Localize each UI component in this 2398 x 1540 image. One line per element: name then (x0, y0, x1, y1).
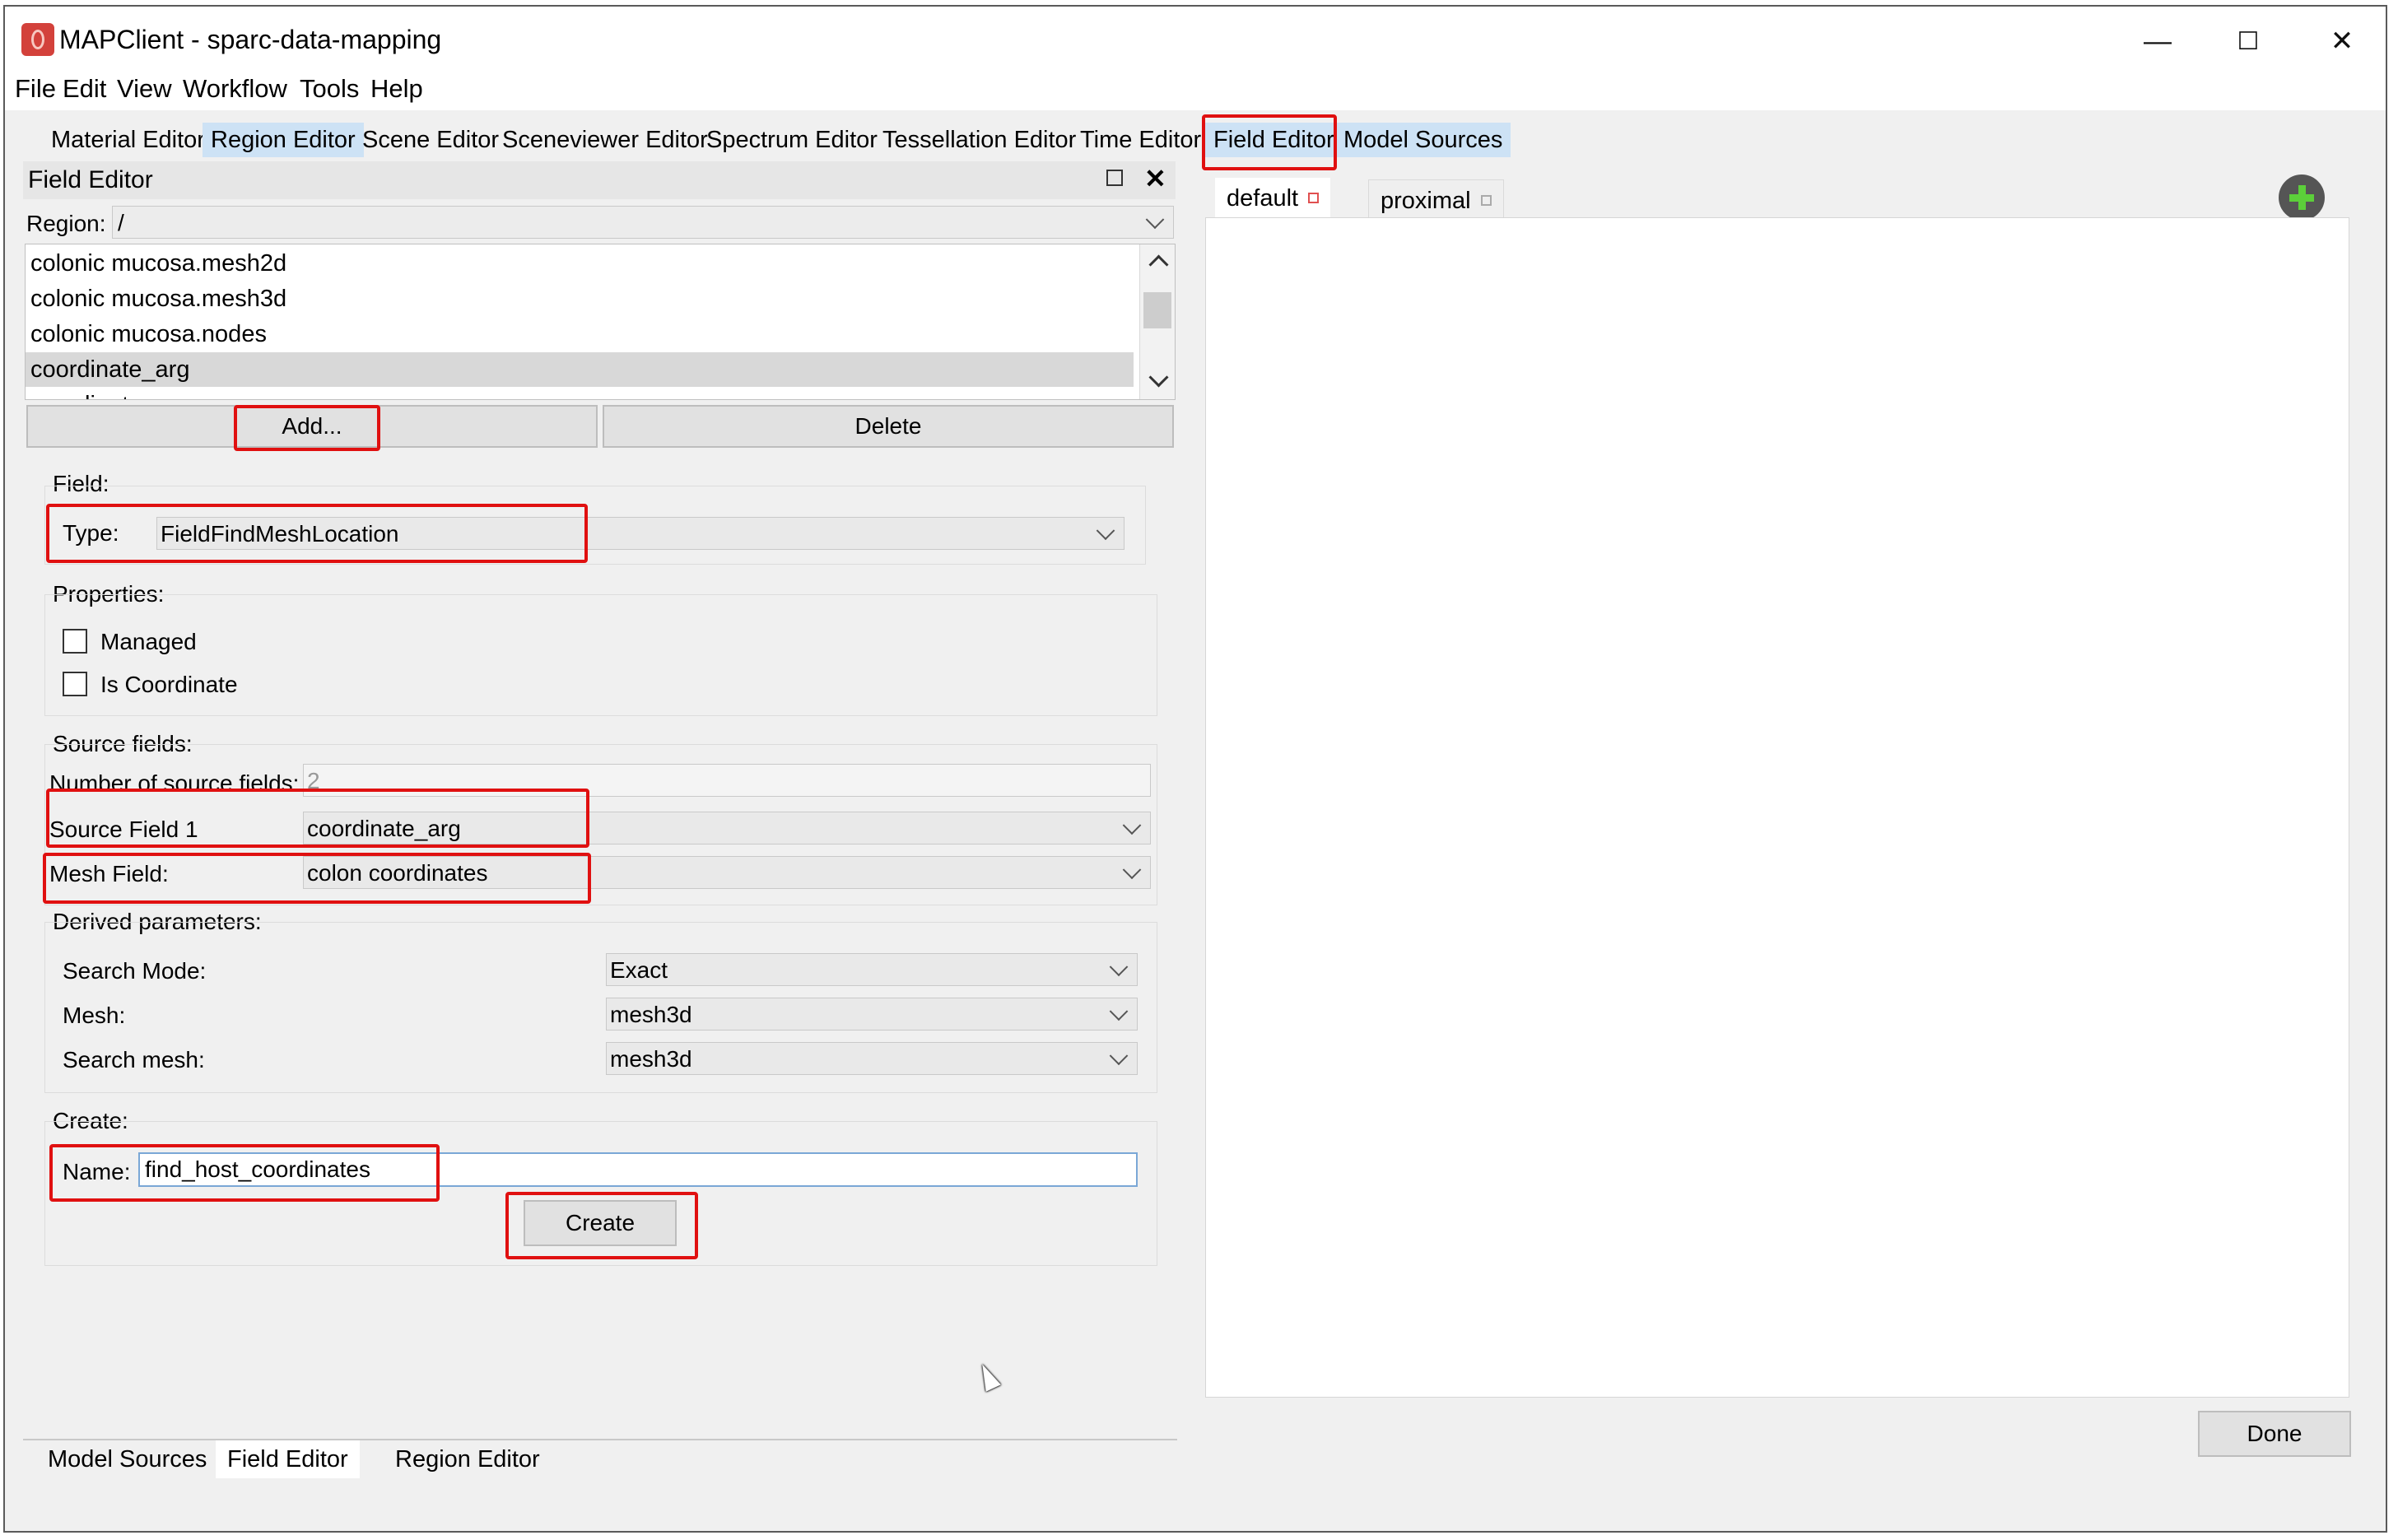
highlight-field-editor-tab (1202, 114, 1337, 170)
tab-proximal-label: proximal (1381, 188, 1471, 214)
done-button[interactable]: Done (2198, 1411, 2351, 1457)
chevron-down-icon (1096, 521, 1115, 541)
mesh-select[interactable]: mesh3d (606, 998, 1138, 1031)
managed-label: Managed (100, 629, 197, 654)
list-item[interactable]: colonic mucosa.mesh2d (30, 246, 1134, 281)
chevron-down-icon (1122, 860, 1142, 880)
search-mesh-label: Search mesh: (63, 1047, 205, 1072)
chevron-down-icon (1109, 957, 1129, 977)
minimize-button[interactable]: — (2121, 16, 2195, 66)
tab-time-editor[interactable]: Time Editor (1072, 123, 1209, 157)
delete-field-button[interactable]: Delete (603, 405, 1174, 448)
tab-region-editor[interactable]: Region Editor (203, 123, 364, 157)
bottom-dock-tabs: Model Sources Field Editor Region Editor (23, 1439, 1177, 1482)
menu-help[interactable]: Help (370, 74, 423, 104)
close-dock-icon[interactable]: ✕ (1144, 163, 1166, 194)
close-tab-icon[interactable] (1480, 195, 1492, 206)
tab-spectrum-editor[interactable]: Spectrum Editor (698, 123, 886, 157)
menu-workflow[interactable]: Workflow (183, 74, 287, 104)
mesh-label: Mesh: (63, 1003, 126, 1028)
list-scrollbar[interactable] (1139, 244, 1175, 399)
chevron-down-icon (1109, 1002, 1129, 1021)
close-tab-icon[interactable] (1308, 193, 1320, 203)
field-list[interactable]: colonic mucosa.mesh2d colonic mucosa.mes… (25, 244, 1176, 400)
menu-file[interactable]: File (15, 74, 56, 104)
is-coordinate-checkbox[interactable] (63, 672, 87, 696)
highlight-name (49, 1144, 440, 1202)
tab-default[interactable]: default (1215, 178, 1331, 219)
tab-default-label: default (1227, 185, 1299, 212)
scroll-up-icon[interactable] (1148, 254, 1169, 275)
app-logo-icon (21, 23, 54, 56)
highlight-mesh-field (43, 853, 591, 904)
tab-sceneviewer-editor[interactable]: Sceneviewer Editor (494, 123, 716, 157)
float-dock-icon[interactable] (1106, 170, 1123, 186)
search-mesh-select[interactable]: mesh3d (606, 1042, 1138, 1075)
tab-model-sources-bottom[interactable]: Model Sources (36, 1440, 218, 1478)
menu-edit[interactable]: Edit (63, 74, 106, 104)
region-label: Region: (26, 211, 106, 236)
tab-material-editor[interactable]: Material Editor (43, 123, 213, 157)
list-item-selected[interactable]: coordinate_arg (26, 352, 1134, 387)
maximize-button[interactable]: ☐ (2211, 16, 2285, 66)
chevron-down-icon (1145, 210, 1165, 230)
highlight-create-button (505, 1192, 698, 1259)
region-select[interactable]: / (112, 206, 1174, 239)
tab-proximal[interactable]: proximal (1368, 179, 1504, 221)
highlight-type (46, 504, 588, 563)
mesh-value: mesh3d (610, 1002, 692, 1027)
dock-title: Field Editor (28, 166, 153, 193)
list-item[interactable]: coordinates (30, 388, 1134, 399)
scene-viewer-panel[interactable] (1205, 217, 2349, 1398)
tab-field-editor-bottom[interactable]: Field Editor (216, 1440, 360, 1478)
list-item[interactable]: colonic mucosa.nodes (30, 317, 1134, 351)
managed-checkbox[interactable] (63, 629, 87, 654)
dock-title-bar: Field Editor ✕ (23, 161, 1176, 199)
search-mesh-value: mesh3d (610, 1046, 692, 1072)
search-mode-select[interactable]: Exact (606, 953, 1138, 986)
chevron-down-icon (1122, 816, 1142, 835)
tab-model-sources[interactable]: Model Sources (1335, 123, 1511, 157)
search-mode-label: Search Mode: (63, 958, 207, 984)
tab-scene-editor[interactable]: Scene Editor (354, 123, 507, 157)
region-value: / (118, 210, 124, 235)
window-title: MAPClient - sparc-data-mapping (59, 25, 442, 54)
tab-tessellation-editor[interactable]: Tessellation Editor (874, 123, 1084, 157)
scroll-down-icon[interactable] (1148, 367, 1169, 388)
menu-bar: File Edit View Workflow Tools Help (5, 69, 2386, 110)
highlight-source-field (46, 789, 589, 848)
title-bar: MAPClient - sparc-data-mapping — ☐ ✕ (5, 7, 2386, 69)
scroll-thumb[interactable] (1143, 292, 1171, 328)
is-coordinate-label: Is Coordinate (100, 672, 238, 697)
list-item[interactable]: colonic mucosa.mesh3d (30, 281, 1134, 316)
search-mode-value: Exact (610, 957, 668, 983)
menu-tools[interactable]: Tools (300, 74, 359, 104)
tab-region-editor-bottom[interactable]: Region Editor (384, 1440, 552, 1478)
add-scene-icon[interactable] (2279, 174, 2325, 221)
chevron-down-icon (1109, 1046, 1129, 1066)
close-button[interactable]: ✕ (2305, 16, 2379, 66)
highlight-add-button (234, 405, 380, 451)
menu-view[interactable]: View (117, 74, 172, 104)
